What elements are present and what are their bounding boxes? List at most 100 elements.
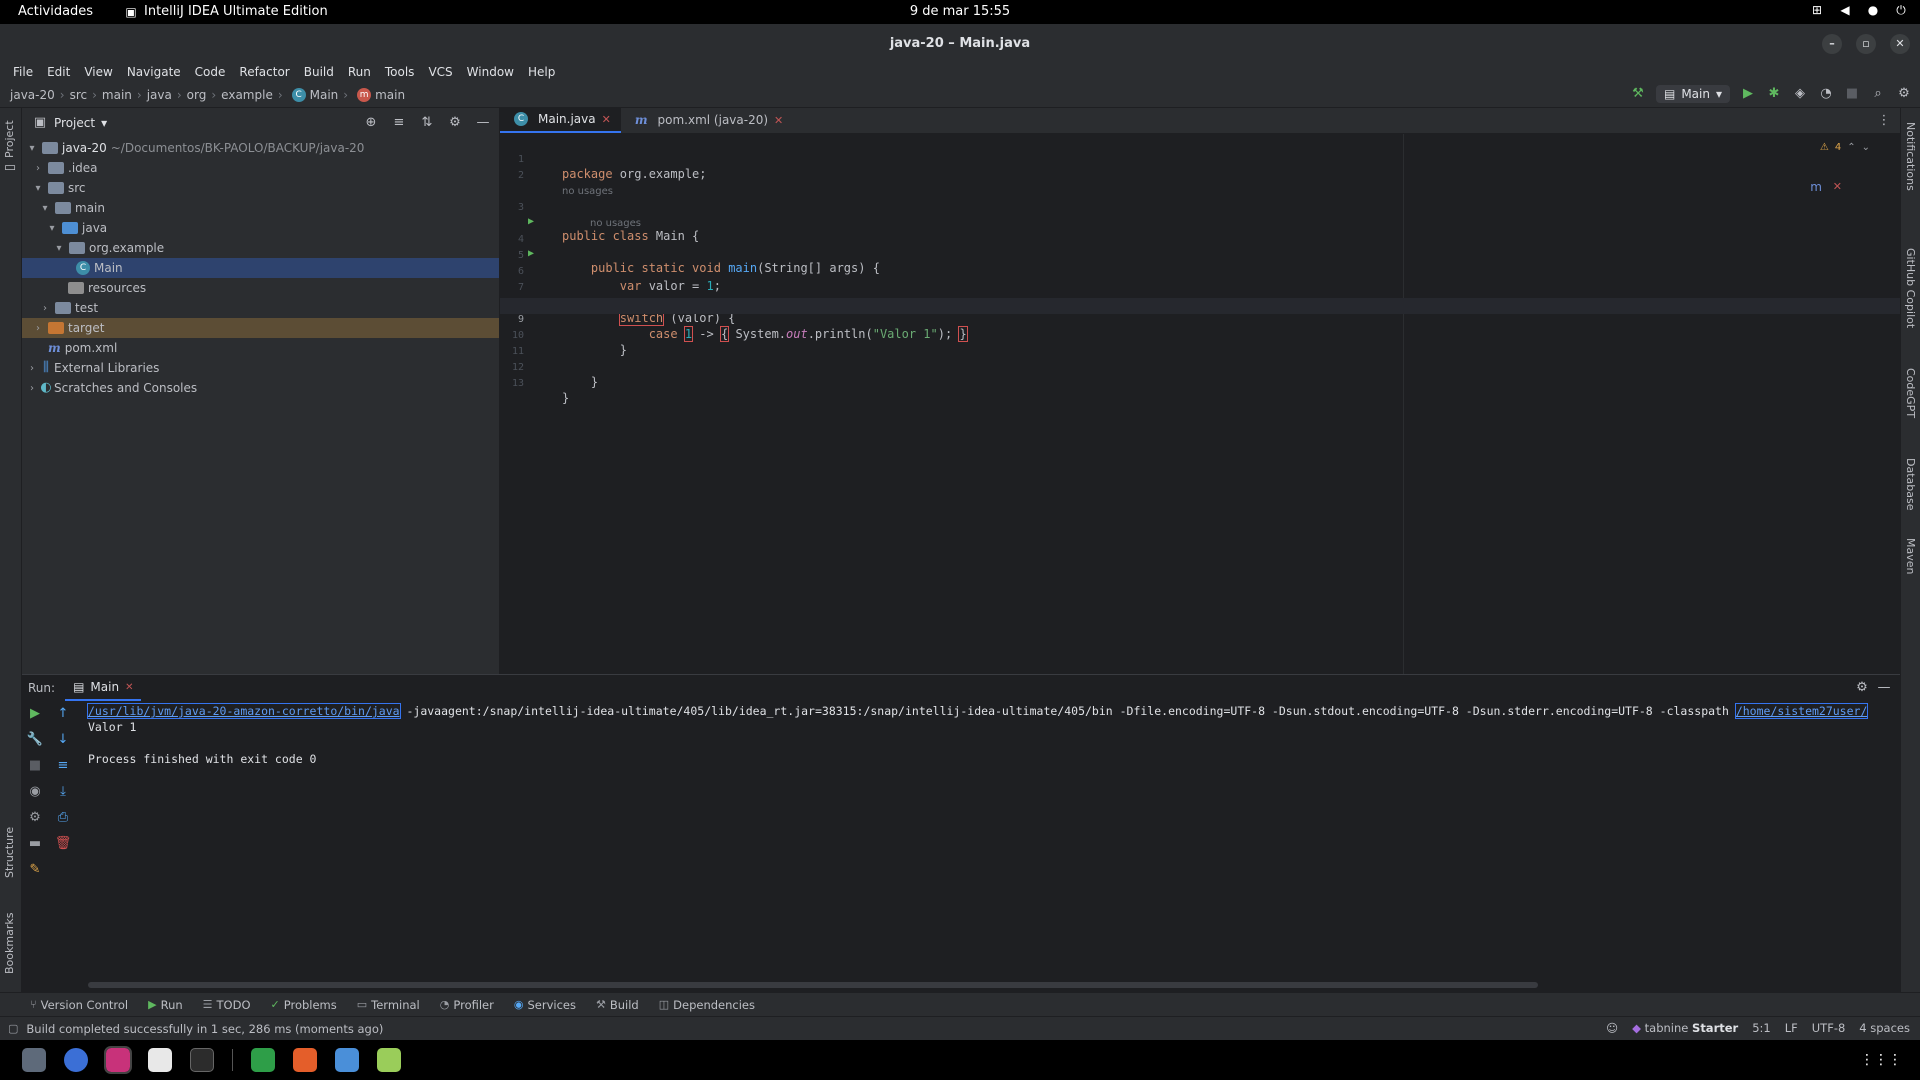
tree-item-target[interactable]: › target [22,318,499,338]
tabnine-widget[interactable]: ◆ tabnine Starter [1632,1021,1738,1035]
menu-window[interactable]: Window [460,65,521,79]
menu-view[interactable]: View [77,65,119,79]
toolwindow-terminal[interactable]: ▭ Terminal [357,998,420,1012]
layout-toggle-icon[interactable]: ▢ [8,1022,18,1035]
volume-icon[interactable]: ◀ [1838,3,1852,17]
code-area[interactable]: 1 package org.example; 2 no usages 3 ▶ p… [500,134,1900,674]
search-icon[interactable]: ⌕ [1870,86,1886,102]
tree-item-src[interactable]: ▾ src [22,178,499,198]
layout-icon[interactable]: ▬ [26,835,44,853]
structure-side-tab[interactable]: Structure [3,827,16,878]
toolwindow-todo[interactable]: ☰ TODO [203,998,251,1012]
maven-side-tab[interactable]: Maven [1904,538,1917,574]
hide-icon[interactable]: — [475,115,491,131]
bookmarks-side-tab[interactable]: Bookmarks [3,913,16,974]
intellij-icon[interactable] [104,1046,132,1074]
menu-code[interactable]: Code [188,65,233,79]
chevron-down-icon[interactable]: ▾ [39,203,51,214]
folder-icon[interactable]: ▭ [3,160,17,175]
collapse-all-icon[interactable]: ⇅ [419,115,435,131]
chevron-right-icon[interactable]: › [26,363,38,374]
virtualbox-icon[interactable] [335,1048,359,1072]
copilot-icon[interactable]: ☺ [1606,1021,1618,1035]
settings-icon[interactable]: ⚙ [26,809,44,827]
run-config-select[interactable]: ▤ Main ▾ [1655,85,1730,103]
profile-icon[interactable]: ◔ [1818,86,1834,102]
chevron-down-icon[interactable]: ▾ [46,223,58,234]
app-menu[interactable]: ▣ IntelliJ IDEA Ultimate Edition [124,4,327,19]
debug-icon[interactable]: ✱ [1766,86,1782,102]
crumb-java[interactable]: java [147,88,172,102]
chevron-down-icon[interactable]: ▾ [101,116,107,130]
toolwindow-dependencies[interactable]: ◫ Dependencies [659,998,755,1012]
tree-item-main[interactable]: ▾ main [22,198,499,218]
menu-help[interactable]: Help [521,65,562,79]
tab-pom-xml[interactable]: m pom.xml (java-20) ✕ [621,107,793,133]
chevron-right-icon[interactable]: › [26,383,38,394]
crumb-method[interactable]: m main [353,87,405,102]
close-icon[interactable]: ✕ [125,682,133,693]
console-output[interactable]: /usr/lib/jvm/java-20-amazon-corretto/bin… [87,703,1888,767]
print-icon[interactable]: ⎙ [54,809,72,827]
hide-icon[interactable]: — [1876,680,1892,696]
caret-position[interactable]: 5:1 [1752,1021,1771,1035]
menu-file[interactable]: File [6,65,40,79]
menu-run[interactable]: Run [341,65,378,79]
tree-item-java[interactable]: ▾ java [22,218,499,238]
coverage-icon[interactable]: ◈ [1792,86,1808,102]
tree-item-project-root[interactable]: ▾ java-20 ~/Documentos/BK-PAOLO/BACKUP/j… [22,138,499,158]
chevron-down-icon[interactable]: ▾ [53,243,65,254]
tab-main-java[interactable]: C Main.java ✕ [500,107,621,133]
menu-tools[interactable]: Tools [378,65,422,79]
horizontal-scrollbar[interactable] [88,982,1538,988]
menu-refactor[interactable]: Refactor [232,65,296,79]
stop-icon[interactable]: ■ [26,757,44,775]
scroll-end-icon[interactable]: ⤓ [54,783,72,801]
chevron-right-icon[interactable]: › [39,303,51,314]
trash-app-icon[interactable] [377,1048,401,1072]
arrow-down-icon[interactable]: ↓ [54,731,72,749]
minimize-icon[interactable]: – [1822,34,1842,54]
activities-button[interactable]: Actividades [18,4,93,19]
tree-item-idea[interactable]: › .idea [22,158,499,178]
database-side-tab[interactable]: Database [1904,458,1917,511]
tree-item-org-example[interactable]: ▾ org.example [22,238,499,258]
toolwindow-services[interactable]: ◉ Services [514,998,576,1012]
tree-item-main-class[interactable]: C Main [22,258,499,278]
close-icon[interactable]: ✕ [1890,34,1910,54]
maximize-icon[interactable]: ▫ [1856,34,1876,54]
gear-icon[interactable]: ⚙ [1896,86,1912,102]
file-encoding[interactable]: UTF-8 [1812,1021,1846,1035]
project-side-tab[interactable]: Project [3,120,16,158]
terminal-icon[interactable] [190,1048,214,1072]
wrench-icon[interactable]: 🔧 [26,731,44,749]
chevron-right-icon[interactable]: › [32,163,44,174]
console-link-java[interactable]: /usr/lib/jvm/java-20-amazon-corretto/bin… [87,703,401,719]
toolwindow-run[interactable]: ▶ Run [148,998,183,1012]
menu-vcs[interactable]: VCS [421,65,459,79]
system-tray[interactable]: ⊞ ◀ ● ⏻ [1810,3,1908,17]
menu-navigate[interactable]: Navigate [120,65,188,79]
editor-app-icon[interactable] [148,1048,172,1072]
camera-icon[interactable]: ◉ [26,783,44,801]
line-separator[interactable]: LF [1785,1021,1798,1035]
chevron-down-icon[interactable]: ▾ [32,183,44,194]
crumb-class[interactable]: C Main [288,87,338,102]
notifications-side-tab[interactable]: Notifications [1904,122,1917,191]
tree-item-scratches[interactable]: › ◐ Scratches and Consoles [22,378,499,398]
menu-build[interactable]: Build [297,65,341,79]
status-message[interactable]: Build completed successfully in 1 sec, 2… [26,1022,383,1036]
gear-icon[interactable]: ⚙ [1854,680,1870,696]
tree-item-test[interactable]: › test [22,298,499,318]
crumb-main[interactable]: main [102,88,132,102]
chevron-right-icon[interactable]: › [32,323,44,334]
menu-edit[interactable]: Edit [40,65,77,79]
chevron-down-icon[interactable]: ▾ [26,143,38,154]
crumb-org[interactable]: org [187,88,207,102]
trash-icon[interactable]: 🗑 [54,835,72,853]
browser-icon[interactable] [64,1048,88,1072]
tree-item-external-libraries[interactable]: › ⫼ External Libraries [22,358,499,378]
run-tab-main[interactable]: ▤ Main ✕ [65,675,142,701]
soft-wrap-icon[interactable]: ≡ [54,757,72,775]
toolwindow-version-control[interactable]: ⑂ Version Control [30,998,128,1012]
